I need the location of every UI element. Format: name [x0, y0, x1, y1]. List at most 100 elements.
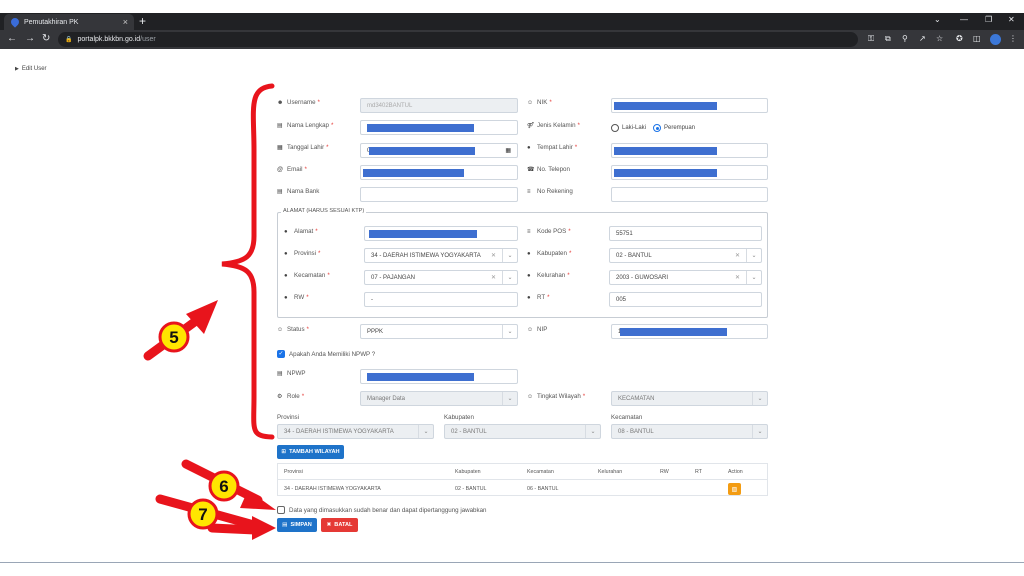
browser-tab[interactable]: Pemutakhiran PK × — [4, 14, 134, 30]
location-pin-icon: ● — [527, 251, 531, 257]
wilayah-kabupaten-select[interactable]: 02 - BANTUL ⌄ — [444, 424, 601, 439]
provinsi-select[interactable]: 34 - DAERAH ISTIMEWA YOGYAKARTA ✕ ⌄ — [364, 248, 518, 263]
delete-row-button[interactable]: ▧ — [728, 483, 741, 495]
trash-icon: ▧ — [731, 486, 738, 493]
callout-badge-7: 7 — [187, 498, 219, 530]
callout-7-text: 7 — [198, 505, 207, 524]
tambah-wilayah-button[interactable]: ⊞ TAMBAH WILAYAH — [277, 445, 344, 459]
open-in-app-icon[interactable]: ⧉ — [885, 34, 891, 44]
username-input[interactable]: md3402BANTUL — [360, 98, 518, 113]
close-window-icon[interactable]: ✕ — [1008, 15, 1015, 24]
new-tab-icon[interactable]: + — [139, 14, 146, 28]
sidebar-icon[interactable]: ◫ — [973, 34, 981, 43]
url-field[interactable]: 🔒 portalpk.bkkbn.go.id/user — [58, 32, 858, 47]
rt-label: ● RT * — [527, 294, 550, 301]
chevron-down-icon[interactable]: ⌄ — [418, 425, 433, 438]
chevron-down-icon[interactable]: ⌄ — [746, 271, 761, 284]
location-pin-icon: ● — [527, 273, 531, 279]
share-icon[interactable]: ↗ — [919, 34, 926, 43]
batal-button[interactable]: ✖ BATAL — [321, 518, 358, 532]
profile-avatar[interactable] — [990, 34, 1001, 45]
user-tie-icon: ☺ — [527, 394, 534, 400]
wilayah-provinsi-select[interactable]: 34 - DAERAH ISTIMEWA YOGYAKARTA ⌄ — [277, 424, 434, 439]
clear-icon[interactable]: ✕ — [491, 252, 496, 259]
chevron-down-icon[interactable]: ⌄ — [502, 249, 517, 262]
chevron-down-icon[interactable]: ⌄ — [746, 249, 761, 262]
rw-input[interactable]: - — [364, 292, 518, 307]
close-icon: ✖ — [326, 522, 332, 528]
npwp-label: ▤ NPWP — [277, 370, 306, 377]
redacted-nik — [614, 102, 717, 110]
reload-icon[interactable]: ↻ — [42, 33, 50, 44]
zoom-icon[interactable]: ⚲ — [902, 34, 908, 43]
table-header-kabupaten: Kabupaten — [455, 469, 481, 475]
status-select[interactable]: PPPK ⌄ — [360, 324, 518, 339]
table-header-rw: RW — [660, 469, 669, 475]
radio-perempuan-label: Perempuan — [664, 125, 696, 131]
at-icon: @ — [277, 167, 284, 173]
radio-perempuan[interactable] — [653, 124, 661, 132]
chevron-down-icon[interactable]: ⌄ — [752, 425, 767, 438]
no-rekening-input[interactable] — [611, 187, 768, 202]
tingkat-wilayah-select[interactable]: KECAMATAN ⌄ — [611, 391, 768, 406]
location-pin-icon: ● — [527, 295, 531, 301]
minimize-icon[interactable]: — — [960, 15, 968, 24]
nama-bank-input[interactable] — [360, 187, 518, 202]
npwp-checkbox[interactable]: ✓ — [277, 350, 285, 358]
alamat-section-title: ALAMAT (HARUS SESUAI KTP) — [281, 208, 367, 214]
table-header-divider — [278, 479, 767, 480]
radio-laki-laki-label: Laki-Laki — [622, 125, 647, 131]
redacted-tanggal — [369, 147, 475, 155]
breadcrumb[interactable]: ▶ Edit User — [15, 66, 47, 72]
wilayah-kecamatan-select[interactable]: 08 - BANTUL ⌄ — [611, 424, 768, 439]
kabupaten-select[interactable]: 02 - BANTUL ✕ ⌄ — [609, 248, 762, 263]
clear-icon[interactable]: ✕ — [491, 274, 496, 281]
nama-lengkap-label: ▤ Nama Lengkap * — [277, 122, 334, 129]
no-rekening-label: ≡ No Rekening — [527, 188, 573, 195]
forward-icon[interactable]: → — [25, 33, 35, 44]
redacted-nip — [620, 328, 727, 336]
nip-label: ☺ NIP — [527, 326, 548, 333]
tab-search-icon[interactable]: ⌄ — [934, 15, 941, 24]
menu-icon[interactable]: ⋮ — [1009, 34, 1017, 43]
redacted-nama — [367, 124, 474, 132]
kecamatan-select[interactable]: 07 - PAJANGAN ✕ ⌄ — [364, 270, 518, 285]
rt-input[interactable]: 005 — [609, 292, 762, 307]
extensions-icon[interactable]: ✪ — [956, 34, 963, 43]
chevron-down-icon[interactable]: ⌄ — [502, 392, 517, 405]
date-picker-icon[interactable]: ▦ — [505, 147, 511, 154]
chevron-down-icon[interactable]: ⌄ — [502, 325, 517, 338]
arrow-7 — [155, 494, 276, 540]
url-path: /user — [140, 36, 156, 43]
table-header-action: Action — [728, 469, 743, 475]
redacted-tempat — [614, 147, 717, 155]
chevron-down-icon[interactable]: ⌄ — [502, 271, 517, 284]
radio-laki-laki[interactable] — [611, 124, 619, 132]
status-label: ☺ Status * — [277, 326, 309, 333]
table-header-kelurahan: Kelurahan — [598, 469, 623, 475]
chevron-down-icon[interactable]: ⌄ — [752, 392, 767, 405]
kelurahan-select[interactable]: 2003 - GUWOSARI ✕ ⌄ — [609, 270, 762, 285]
kode-pos-input[interactable]: 55751 — [609, 226, 762, 241]
bookmark-star-icon[interactable]: ☆ — [936, 34, 943, 43]
agreement-checkbox[interactable] — [277, 506, 285, 514]
tab-close-icon[interactable]: × — [123, 17, 128, 27]
location-pin-icon: ● — [284, 251, 288, 257]
table-header-rt: RT — [695, 469, 702, 475]
simpan-button[interactable]: ▤ SIMPAN — [277, 518, 317, 532]
list-icon: ≡ — [527, 189, 531, 195]
restore-icon[interactable]: ❐ — [985, 15, 992, 24]
chevron-down-icon[interactable]: ⌄ — [585, 425, 600, 438]
wilayah-provinsi-label: Provinsi — [277, 414, 300, 421]
clear-icon[interactable]: ✕ — [735, 274, 740, 281]
back-icon[interactable]: ← — [7, 33, 17, 44]
settings-icon: ⚙ — [277, 394, 283, 400]
clear-icon[interactable]: ✕ — [735, 252, 740, 259]
role-select[interactable]: Manager Data ⌄ — [360, 391, 518, 406]
tempat-lahir-label: ● Tempat Lahir * — [527, 144, 578, 151]
key-icon[interactable]: ⚿ — [868, 34, 874, 44]
kode-pos-label: ≡ Kode POS * — [527, 228, 571, 235]
kecamatan-label: ● Kecamatan * — [284, 272, 330, 279]
redacted-alamat — [369, 230, 477, 238]
rw-label: ● RW * — [284, 294, 309, 301]
